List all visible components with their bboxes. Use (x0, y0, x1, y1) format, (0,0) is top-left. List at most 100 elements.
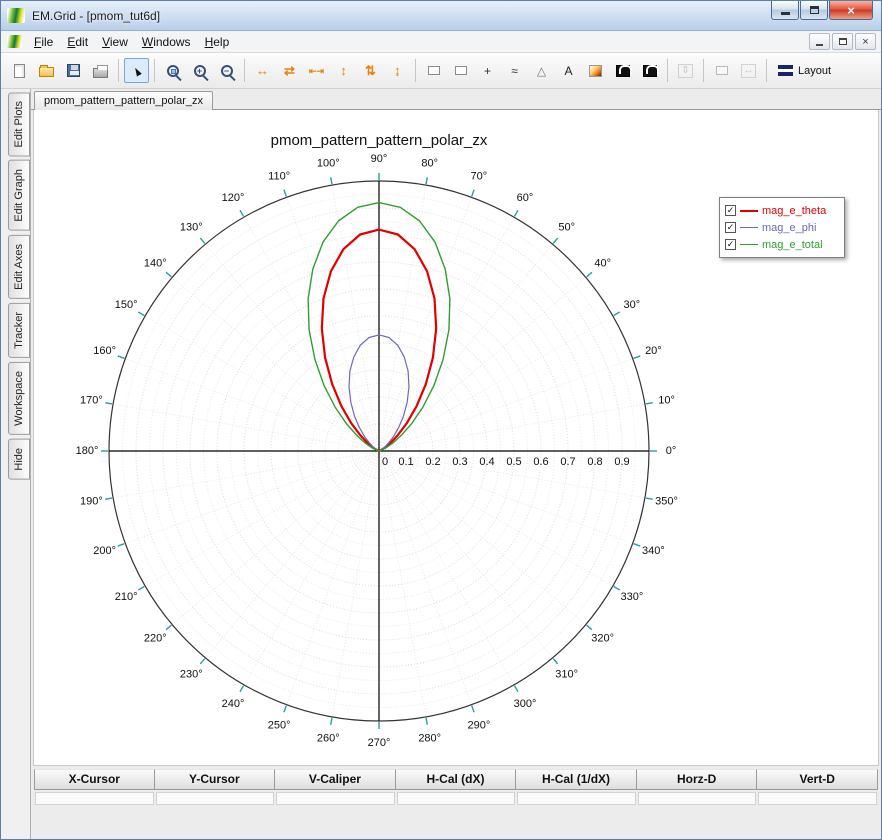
menu-help[interactable]: Help (198, 33, 237, 51)
zoom-out-button[interactable]: − (214, 58, 239, 83)
svg-text:0.6: 0.6 (533, 456, 548, 468)
window-title: EM.Grid - [pmom_tut6d] (32, 9, 160, 23)
trace-cursor-button[interactable]: ≈ (502, 58, 527, 83)
marker-triangle-button[interactable]: △ (529, 58, 554, 83)
toolbar-separator (244, 59, 245, 82)
menu-items: FileEditViewWindowsHelp (27, 33, 236, 51)
side-tab-workspace[interactable]: Workspace (8, 362, 30, 435)
mdi-restore-button[interactable] (832, 33, 853, 50)
select-region-button[interactable] (448, 58, 473, 83)
scroll-y-button[interactable]: ⇅ (358, 58, 383, 83)
svg-text:300°: 300° (514, 698, 537, 710)
select-box-button[interactable] (421, 58, 446, 83)
cursor-value-cell (397, 792, 516, 805)
toolbar: ▲+−↔⇄⇤⇥↕⇅↨+≈△A⇕↔Layout (1, 53, 881, 89)
svg-text:80°: 80° (421, 157, 438, 169)
legend-label: mag_e_theta (762, 205, 826, 217)
zoom-region-rect (171, 69, 176, 74)
expand-y-icon: ↕ (340, 63, 347, 79)
svg-text:100°: 100° (317, 157, 340, 169)
plot-area: pmom_pattern_pattern_polar_zx 0°10°20°30… (33, 110, 879, 766)
mdi-close-button[interactable]: × (855, 33, 876, 50)
zoom-in-icon: + (194, 65, 206, 77)
marker-triangle-icon: △ (537, 64, 546, 78)
side-tab-edit-graph[interactable]: Edit Graph (8, 160, 30, 231)
print-button[interactable] (88, 58, 113, 83)
svg-text:270°: 270° (368, 737, 391, 749)
toolbar-separator (154, 59, 155, 82)
fit-box-icon (716, 66, 728, 75)
svg-text:20°: 20° (645, 345, 662, 357)
svg-text:0.5: 0.5 (506, 456, 521, 468)
cursor-col-h-cal-dx-: H-Cal (dX) (396, 769, 517, 790)
zoom-box-button[interactable] (160, 58, 185, 83)
svg-text:150°: 150° (115, 299, 138, 311)
mdi-window-controls: × (807, 33, 876, 50)
fit-box-button (709, 58, 734, 83)
menu-edit[interactable]: Edit (60, 33, 95, 51)
svg-text:180°: 180° (76, 445, 99, 457)
color-map-button[interactable] (583, 58, 608, 83)
svg-text:260°: 260° (317, 733, 340, 745)
zoom-in-button[interactable]: + (187, 58, 212, 83)
waveform-view-2-button[interactable] (637, 58, 662, 83)
menu-bar: FileEditViewWindowsHelp × (1, 31, 881, 53)
side-tab-edit-axes[interactable]: Edit Axes (8, 235, 30, 299)
fit-horizontal-icon: ↔ (741, 64, 756, 78)
svg-text:280°: 280° (418, 733, 441, 745)
layout-button[interactable]: Layout (772, 58, 837, 83)
legend-checkbox-mag_e_phi[interactable]: ✓ (725, 222, 736, 233)
compress-y-button[interactable]: ↨ (385, 58, 410, 83)
side-tab-hide[interactable]: Hide (8, 439, 30, 480)
svg-text:130°: 130° (180, 221, 203, 233)
scroll-y-icon: ⇅ (365, 63, 376, 79)
document-tab-bar: pmom_pattern_pattern_polar_zx (31, 89, 881, 110)
svg-text:200°: 200° (93, 545, 116, 557)
compress-y-icon: ↨ (394, 63, 401, 79)
svg-text:120°: 120° (222, 192, 245, 204)
svg-text:60°: 60° (517, 192, 534, 204)
legend-label: mag_e_total (762, 239, 823, 251)
text-annotation-button[interactable]: A (556, 58, 581, 83)
cursor-value-cell (276, 792, 395, 805)
main-body: Edit Plots Edit Graph Edit Axes Tracker Work… (1, 89, 881, 840)
expand-x-button[interactable]: ↔ (250, 58, 275, 83)
minimize-button[interactable] (771, 1, 799, 20)
legend-item-mag_e_theta: ✓ mag_e_theta (725, 202, 839, 219)
cursor-value-cell (638, 792, 757, 805)
crosshair-cursor-button[interactable]: + (475, 58, 500, 83)
open-file-button[interactable] (34, 58, 59, 83)
menu-file[interactable]: File (27, 33, 60, 51)
side-tab-tracker[interactable]: Tracker (8, 303, 30, 358)
cursor-col-v-caliper: V-Caliper (275, 769, 396, 790)
compress-x-button[interactable]: ⇤⇥ (304, 58, 329, 83)
menu-windows[interactable]: Windows (135, 33, 198, 51)
mdi-minimize-button[interactable] (809, 33, 830, 50)
toolbar-separator (703, 59, 704, 82)
menu-view[interactable]: View (95, 33, 135, 51)
cursor-value-row (34, 790, 878, 805)
legend-checkbox-mag_e_theta[interactable]: ✓ (725, 205, 736, 216)
scroll-x-button[interactable]: ⇄ (277, 58, 302, 83)
svg-text:350°: 350° (655, 496, 678, 508)
toolbar-separator (415, 59, 416, 82)
fit-vertical-button: ⇕ (673, 58, 698, 83)
svg-text:0.3: 0.3 (452, 456, 467, 468)
color-map-icon (589, 65, 602, 77)
close-button[interactable]: × (829, 1, 873, 20)
pointer-tool-button[interactable]: ▲ (124, 58, 149, 83)
legend-item-mag_e_phi: ✓mag_e_phi (725, 219, 839, 236)
svg-text:290°: 290° (467, 719, 490, 731)
maximize-button[interactable] (800, 1, 828, 20)
side-tab-edit-plots[interactable]: Edit Plots (8, 92, 30, 156)
new-file-button[interactable] (7, 58, 32, 83)
svg-text:310°: 310° (555, 669, 578, 681)
select-region-icon (455, 66, 467, 75)
document-tab[interactable]: pmom_pattern_pattern_polar_zx (34, 91, 213, 110)
expand-y-button[interactable]: ↕ (331, 58, 356, 83)
waveform-view-1-button[interactable] (610, 58, 635, 83)
cursor-col-y-cursor: Y-Cursor (155, 769, 276, 790)
legend-checkbox-mag_e_total[interactable]: ✓ (725, 239, 736, 250)
save-file-button[interactable] (61, 58, 86, 83)
title-bar[interactable]: EM.Grid - [pmom_tut6d] × (1, 1, 881, 31)
